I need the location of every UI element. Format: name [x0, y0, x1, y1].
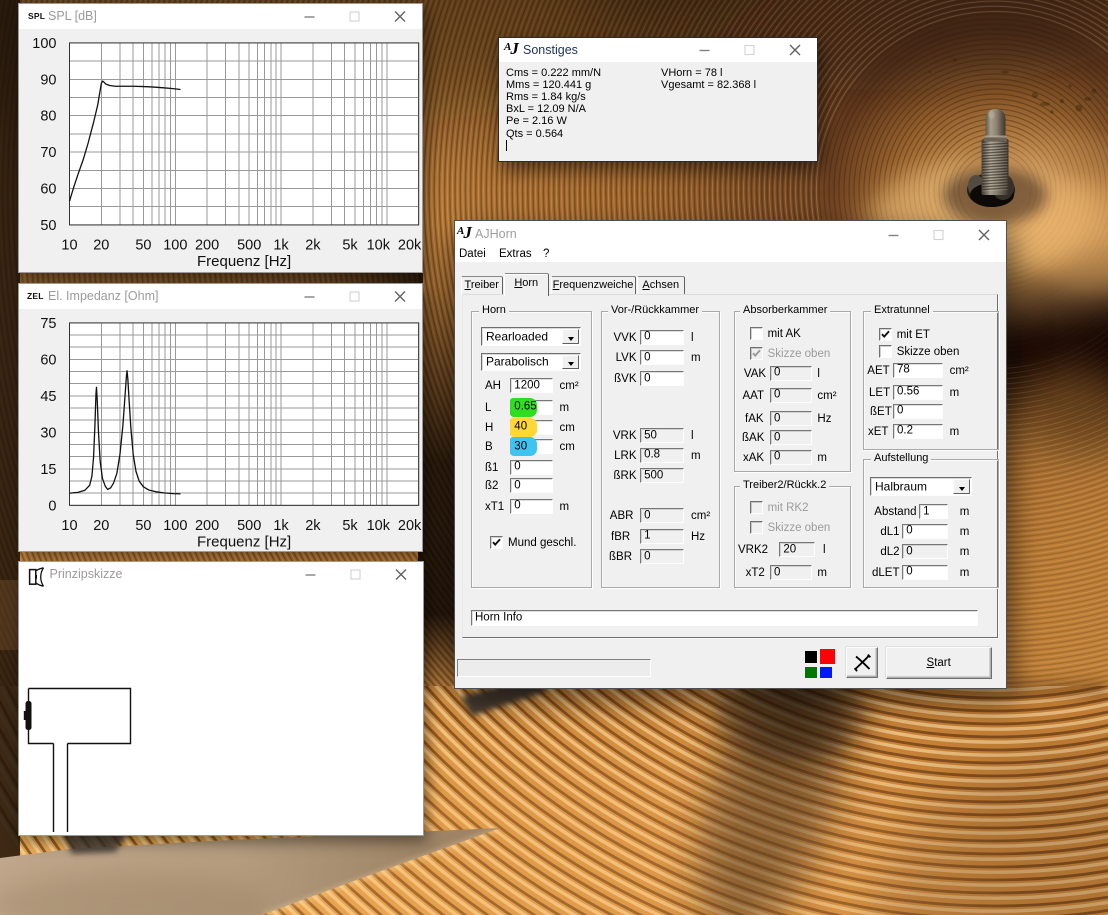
svg-text:Frequenz [Hz]: Frequenz [Hz] — [197, 533, 291, 550]
svg-text:100: 100 — [163, 518, 187, 534]
svg-text:75: 75 — [40, 316, 56, 332]
svg-text:10k: 10k — [367, 237, 391, 253]
svg-text:90: 90 — [40, 72, 56, 88]
svg-text:80: 80 — [40, 109, 56, 125]
svg-text:20k: 20k — [398, 237, 422, 253]
svg-text:50: 50 — [135, 237, 151, 253]
svg-text:60: 60 — [40, 182, 56, 198]
svg-text:2k: 2k — [305, 237, 321, 253]
svg-text:70: 70 — [40, 145, 56, 161]
svg-text:10: 10 — [61, 237, 77, 253]
svg-text:30: 30 — [40, 425, 56, 441]
svg-text:20k: 20k — [398, 518, 422, 534]
svg-text:100: 100 — [163, 237, 187, 253]
svg-text:1k: 1k — [273, 518, 289, 534]
svg-text:2k: 2k — [305, 518, 321, 534]
svg-text:500: 500 — [237, 237, 261, 253]
svg-text:1k: 1k — [273, 237, 289, 253]
svg-text:45: 45 — [40, 389, 56, 405]
svg-text:20: 20 — [93, 237, 109, 253]
svg-text:50: 50 — [135, 518, 151, 534]
svg-text:10: 10 — [61, 518, 77, 534]
svg-text:15: 15 — [40, 462, 56, 478]
svg-text:500: 500 — [237, 518, 261, 534]
svg-text:0: 0 — [48, 498, 56, 514]
svg-text:Frequenz [Hz]: Frequenz [Hz] — [197, 253, 291, 270]
svg-text:5k: 5k — [342, 237, 358, 253]
svg-text:100: 100 — [32, 36, 56, 52]
svg-text:200: 200 — [195, 518, 219, 534]
svg-text:50: 50 — [40, 218, 56, 234]
svg-text:5k: 5k — [342, 518, 358, 534]
svg-text:10k: 10k — [367, 518, 391, 534]
svg-text:20: 20 — [93, 518, 109, 534]
svg-text:60: 60 — [40, 352, 56, 368]
svg-text:200: 200 — [195, 237, 219, 253]
